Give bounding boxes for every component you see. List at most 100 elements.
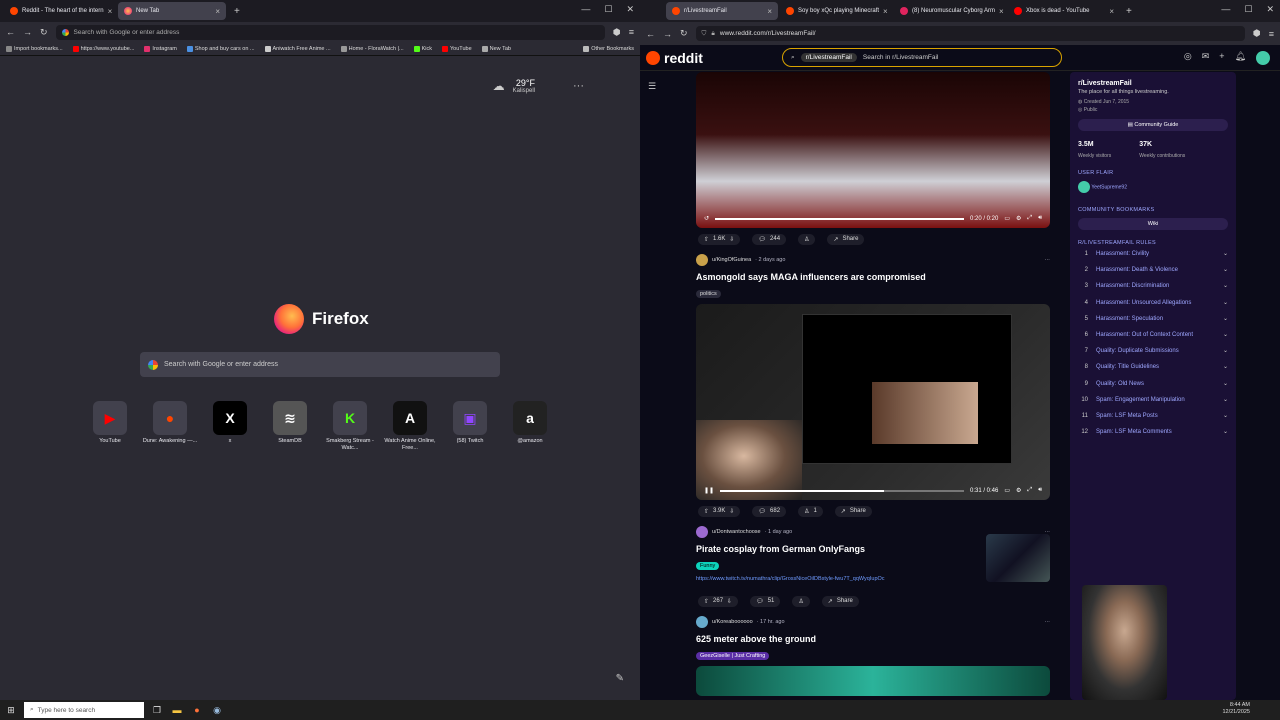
post-title[interactable]: 625 meter above the ground <box>696 634 1050 644</box>
bookmark-item[interactable]: Aniwatch Free Anime ... <box>264 45 331 52</box>
browser-tab[interactable]: Xbox is dead - YouTube × <box>1008 2 1120 20</box>
volume-icon[interactable]: 🔊︎ <box>1038 215 1042 222</box>
post-author[interactable]: u/KingOfGuinea <box>712 257 751 263</box>
share-button[interactable]: ↗ Share <box>821 595 859 607</box>
menu-toggle-icon[interactable]: ☰ <box>648 81 656 92</box>
shortcut-tile[interactable]: K Smakberg Stream - Watc... <box>326 401 374 451</box>
video-player[interactable]: ❚❚ 0:31 / 0:46 ▭ ⚙ ⤢ 🔊︎ <box>696 304 1050 500</box>
avatar[interactable] <box>1256 51 1270 65</box>
close-tab-icon[interactable]: × <box>1109 7 1114 16</box>
tab-reddit[interactable]: Reddit - The heart of the intern × <box>4 2 116 20</box>
minimize-icon[interactable]: — <box>581 4 590 15</box>
bookmark-item[interactable]: Shop and buy cars on ... <box>186 45 255 52</box>
comments-button[interactable]: 💬︎ 244 <box>752 233 787 245</box>
more-options-icon[interactable]: ··· <box>1045 619 1051 625</box>
rule-item[interactable]: 10 Spam: Engagement Manipulation ⌄ <box>1078 397 1228 404</box>
rule-item[interactable]: 4 Harassment: Unsourced Allegations ⌄ <box>1078 300 1228 307</box>
chevron-down-icon[interactable]: ⌄ <box>1223 316 1228 323</box>
system-clock[interactable]: 8:44 AM 12/21/2025 <box>1222 702 1250 716</box>
bookmark-item[interactable]: Home - FloraWatch |... <box>340 45 404 52</box>
post-thumbnail[interactable] <box>986 534 1050 582</box>
chat-app-icon[interactable]: ◉ <box>210 703 224 717</box>
notification-bell-icon[interactable]: 🔔︎ <box>1235 51 1246 65</box>
community-guide-button[interactable]: ▤ Community Guide <box>1078 119 1228 131</box>
menu-icon[interactable]: ≡ <box>629 27 634 37</box>
maximize-icon[interactable]: ☐ <box>604 4 612 15</box>
award-button[interactable]: ♙ <box>792 595 810 607</box>
post-item[interactable]: u/KingOfGuinea · 2 days ago ··· Asmongol… <box>696 250 1050 522</box>
extensions-icon[interactable]: ⬢ <box>1253 28 1261 39</box>
rule-item[interactable]: 7 Quality: Duplicate Submissions ⌄ <box>1078 348 1228 355</box>
advertise-icon[interactable]: ◎ <box>1184 51 1192 65</box>
maximize-icon[interactable]: ☐ <box>1244 4 1252 15</box>
chevron-down-icon[interactable]: ⌄ <box>1223 381 1228 388</box>
post-item[interactable]: u/Dontwantochoose · 1 day ago ··· Pirate… <box>696 522 1050 612</box>
weather-widget[interactable]: ☁ 29°F Kalispell ··· <box>493 78 584 94</box>
more-options-icon[interactable]: ··· <box>573 80 584 92</box>
share-button[interactable]: ↗ Share <box>834 505 872 517</box>
volume-icon[interactable]: 🔊︎ <box>1038 487 1042 494</box>
extensions-icon[interactable]: ⬢ <box>613 27 621 38</box>
award-button[interactable]: ♙ <box>798 233 816 245</box>
back-icon[interactable]: ← <box>646 29 655 39</box>
close-tab-icon[interactable]: × <box>215 7 220 16</box>
reddit-search[interactable]: ⌕ r/LivestreamFail Search in r/Livestrea… <box>782 48 1062 67</box>
post-flair[interactable]: politics <box>696 290 721 298</box>
browser-tab[interactable]: (8) Neuromuscular Cyborg Arm × <box>894 2 1006 20</box>
shortcut-tile[interactable]: A Watch Anime Online, Free... <box>384 401 436 451</box>
rule-item[interactable]: 5 Harassment: Speculation ⌄ <box>1078 316 1228 323</box>
wiki-button[interactable]: Wiki <box>1078 218 1228 230</box>
share-button[interactable]: ↗ Share <box>827 233 865 245</box>
bookmark-item[interactable]: Kick <box>413 45 432 52</box>
chevron-down-icon[interactable]: ⌄ <box>1223 283 1228 290</box>
pencil-icon[interactable]: ✎ <box>616 673 624 684</box>
user-avatar[interactable] <box>696 616 708 628</box>
post-title[interactable]: Asmongold says MAGA influencers are comp… <box>696 272 1050 282</box>
settings-icon[interactable]: ⚙ <box>1016 215 1021 222</box>
rule-item[interactable]: 8 Quality: Title Guidelines ⌄ <box>1078 364 1228 371</box>
bookmark-item[interactable]: https://www.youtube... <box>72 45 134 52</box>
post-flair[interactable]: GeezGiselle | Just Crafting <box>696 652 770 660</box>
post-link[interactable]: https://www.twitch.tv/numathra/clip/Gros… <box>696 576 958 582</box>
post-image[interactable] <box>696 666 1050 696</box>
chevron-down-icon[interactable]: ⌄ <box>1223 348 1228 355</box>
bookmark-item[interactable]: Import bookmarks... <box>6 45 63 52</box>
close-tab-icon[interactable]: × <box>108 7 113 16</box>
pause-icon[interactable]: ❚❚ <box>704 487 714 494</box>
browser-tab[interactable]: Soy boy xQc playing Minecraft × <box>780 2 892 20</box>
chat-icon[interactable]: ✉ <box>1202 51 1210 65</box>
user-avatar[interactable] <box>696 526 708 538</box>
shortcut-tile[interactable]: ≋ SteamDB <box>270 401 310 451</box>
close-window-icon[interactable]: ✕ <box>1266 4 1274 15</box>
vote-buttons[interactable]: ⇧ 267 ⇩ <box>698 595 739 607</box>
post-author[interactable]: u/Dontwantochoose <box>712 529 761 535</box>
fullscreen-icon[interactable]: ⤢ <box>1027 215 1032 222</box>
other-bookmarks[interactable]: Other Bookmarks <box>583 45 634 52</box>
post-item[interactable]: u/Koreaboooooo · 17 hr. ago ··· 625 mete… <box>696 612 1050 696</box>
rule-item[interactable]: 6 Harassment: Out of Context Content ⌄ <box>1078 332 1228 339</box>
video-progress[interactable] <box>715 217 964 220</box>
rule-item[interactable]: 9 Quality: Old News ⌄ <box>1078 381 1228 388</box>
chevron-down-icon[interactable]: ⌄ <box>1223 332 1228 339</box>
menu-icon[interactable]: ≡ <box>1269 29 1274 39</box>
shortcut-tile[interactable]: a @amazon <box>510 401 550 451</box>
chevron-down-icon[interactable]: ⌄ <box>1223 413 1228 420</box>
chevron-down-icon[interactable]: ⌄ <box>1223 300 1228 307</box>
community-name[interactable]: r/LivestreamFail <box>1078 80 1228 87</box>
bookmark-item[interactable]: New Tab <box>481 45 511 52</box>
bookmark-item[interactable]: Instagram <box>144 45 177 52</box>
award-button[interactable]: ♙ 1 <box>798 505 823 517</box>
shortcut-tile[interactable]: Xx <box>210 401 250 451</box>
windows-start-icon[interactable]: ⊞ <box>4 703 18 717</box>
vote-buttons[interactable]: ⇧ 3.9K ⇩ <box>698 505 741 517</box>
reload-icon[interactable]: ↻ <box>40 27 48 38</box>
file-explorer-icon[interactable]: ▬ <box>170 703 184 717</box>
replay-icon[interactable]: ↺ <box>704 215 709 222</box>
chevron-down-icon[interactable]: ⌄ <box>1223 397 1228 404</box>
new-tab-icon[interactable]: + <box>234 6 240 17</box>
comments-button[interactable]: 💬︎ 51 <box>750 595 781 607</box>
task-view-icon[interactable]: ❐ <box>150 703 164 717</box>
fullscreen-icon[interactable]: ⤢ <box>1027 487 1032 494</box>
video-player[interactable]: ↺ 0:20 / 0:20 ▭ ⚙ ⤢ 🔊︎ <box>696 72 1050 228</box>
more-options-icon[interactable]: ··· <box>1045 257 1051 263</box>
